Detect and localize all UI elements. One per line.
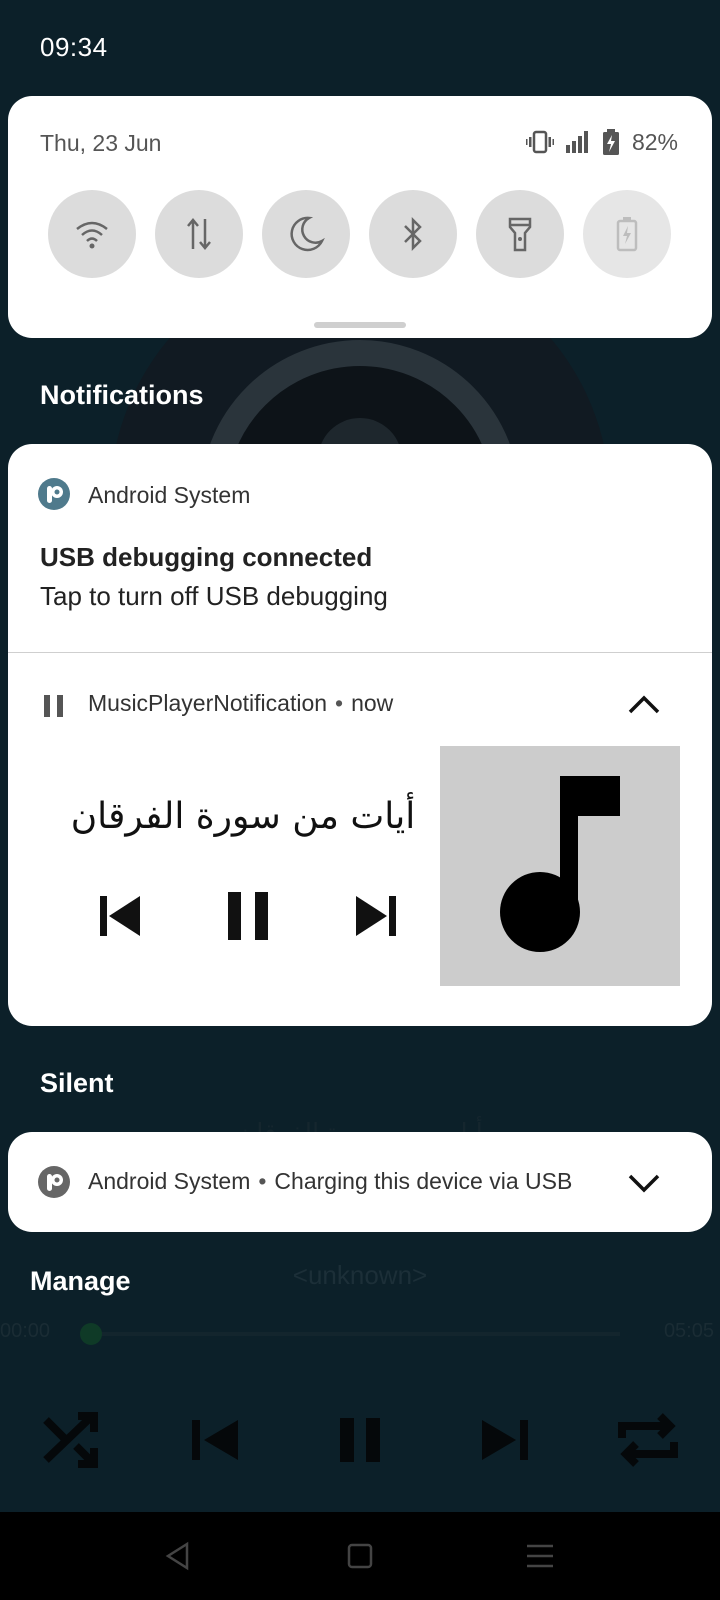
music-notification-app-name: MusicPlayerNotification <box>88 690 328 716</box>
pause-small-icon <box>44 695 63 717</box>
qs-tile-mobile-data[interactable] <box>155 190 243 278</box>
mobile-data-icon <box>187 218 211 250</box>
music-note-icon <box>500 776 620 952</box>
music-notification-time: now <box>351 690 394 716</box>
chevron-up-icon[interactable] <box>620 682 668 730</box>
usb-notification-text: Tap to turn off USB debugging <box>40 581 388 611</box>
notifications-header: Notifications <box>40 380 204 410</box>
bluetooth-icon <box>404 216 422 252</box>
background-progress-bar <box>100 1332 620 1336</box>
recents-icon <box>527 1544 553 1568</box>
notifications-card: Android System USB debugging connected T… <box>8 444 712 1026</box>
silent-notification-message: Charging this device via USB <box>274 1168 573 1194</box>
repeat-icon <box>608 1400 688 1480</box>
background-time-total: 05:05 <box>663 1320 714 1342</box>
album-art <box>440 746 680 986</box>
previous-button[interactable] <box>84 880 156 952</box>
qs-tile-do-not-disturb[interactable] <box>262 190 350 278</box>
music-track-title: أيات من سورة الفرقان <box>70 796 416 837</box>
wifi-icon <box>76 221 108 249</box>
qs-drag-handle[interactable] <box>314 322 406 328</box>
qs-tiles-row <box>48 190 678 278</box>
silent-header: Silent <box>40 1068 114 1098</box>
skip-next-icon <box>356 896 396 936</box>
silent-notification[interactable]: Android System • Charging this device via … <box>8 1132 712 1232</box>
usb-debugging-notification[interactable]: Android System USB debugging connected T… <box>8 444 712 652</box>
qs-date: Thu, 23 Jun <box>40 130 162 156</box>
qs-tile-flashlight[interactable] <box>476 190 564 278</box>
android-system-icon <box>38 478 70 510</box>
qs-tile-wifi[interactable] <box>48 190 136 278</box>
moon-icon <box>290 216 325 252</box>
pause-icon <box>320 1400 400 1480</box>
silent-notification-app-name: Android System <box>88 1168 251 1194</box>
music-header-separator: • <box>335 690 344 716</box>
shuffle-icon <box>32 1400 112 1480</box>
vibrate-icon <box>525 130 554 154</box>
silent-separator: • <box>258 1168 267 1194</box>
navigation-bar <box>0 1512 720 1600</box>
background-time-elapsed: 00:00 <box>0 1320 51 1342</box>
flashlight-icon <box>508 217 532 252</box>
chevron-down-icon[interactable] <box>620 1158 668 1206</box>
pause-icon <box>228 892 268 940</box>
android-system-icon <box>38 1166 70 1198</box>
usb-notification-app-name: Android System <box>88 482 251 508</box>
status-bar-time: 09:34 <box>40 32 108 62</box>
qs-tile-bluetooth[interactable] <box>369 190 457 278</box>
background-progress-knob <box>80 1323 102 1345</box>
music-notification-header: MusicPlayerNotification • now <box>88 690 393 717</box>
skip-next-icon <box>464 1400 544 1480</box>
quick-settings-panel: Thu, 23 Jun 82% <box>8 96 712 338</box>
qs-status-icons: 82% <box>525 126 678 158</box>
qs-tile-battery-saver[interactable] <box>583 190 671 278</box>
silent-notification-text: Android System • Charging this device via … <box>88 1168 572 1195</box>
back-icon <box>165 1541 189 1571</box>
battery-percentage: 82% <box>631 128 678 155</box>
battery-charging-icon <box>602 129 620 155</box>
skip-previous-icon <box>100 896 140 936</box>
nav-back-button[interactable] <box>154 1532 202 1580</box>
next-button[interactable] <box>340 880 412 952</box>
home-icon <box>347 1543 373 1569</box>
nav-recents-button[interactable] <box>516 1532 564 1580</box>
battery-saver-icon <box>616 217 638 252</box>
manage-button[interactable]: Manage <box>30 1266 131 1297</box>
usb-notification-title: USB debugging connected <box>40 542 373 572</box>
background-controls <box>0 1400 720 1480</box>
signal-icon <box>565 131 590 153</box>
pause-button[interactable] <box>212 880 284 952</box>
nav-home-button[interactable] <box>336 1532 384 1580</box>
skip-previous-icon <box>176 1400 256 1480</box>
